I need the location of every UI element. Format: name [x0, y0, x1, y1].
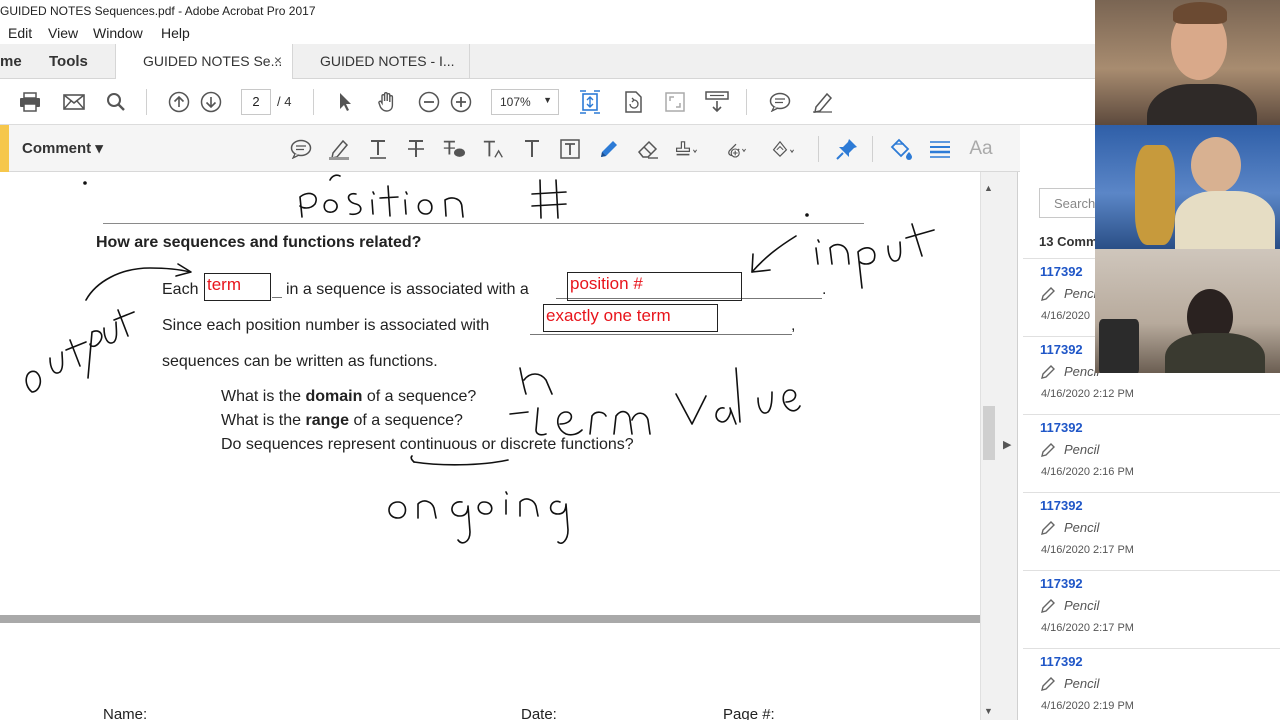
zoom-level-value: 107% — [500, 95, 531, 109]
line-weight-icon[interactable] — [928, 137, 952, 161]
comment-time: 4/16/2020 2:17 PM — [1041, 622, 1134, 634]
eraser-icon[interactable] — [636, 137, 660, 161]
highlight-pen-icon[interactable] — [811, 90, 835, 114]
zoom-level-select[interactable]: 107% ▼ — [491, 89, 559, 115]
pencil-icon — [1041, 521, 1055, 535]
comment-time: 4/16/2020 2:12 PM — [1041, 388, 1134, 400]
comment-type: Pencil — [1064, 598, 1100, 613]
comment-author: 117392 — [1040, 342, 1083, 357]
comment-type: Pencil — [1064, 520, 1100, 535]
comment-time: 4/16/2020 2:19 PM — [1041, 700, 1134, 712]
comment-time: 4/16/2020 — [1041, 310, 1090, 322]
scroll-up-icon[interactable]: ▲ — [984, 183, 993, 193]
comment-type: Pencil — [1064, 442, 1100, 457]
comment-toolbar: Comment ▾ Aa — [0, 125, 1020, 172]
document-view[interactable]: How are sequences and functions related?… — [0, 172, 980, 720]
pencil-icon — [1041, 287, 1055, 301]
comment-time: 4/16/2020 2:17 PM — [1041, 544, 1134, 556]
scrollbar-thumb[interactable] — [983, 406, 995, 460]
menu-window[interactable]: Window — [93, 25, 143, 41]
menu-bar: Edit View Window Help — [0, 22, 1095, 44]
zoom-in-icon[interactable] — [449, 90, 473, 114]
comment-author: 117392 — [1040, 498, 1083, 513]
close-tab-icon[interactable]: × — [274, 52, 282, 68]
scroll-down-icon[interactable]: ▼ — [984, 706, 993, 716]
comment-item[interactable]: 117392 Pencil 4/16/2020 2:19 PM — [1023, 648, 1280, 720]
pencil-draw-icon[interactable] — [597, 137, 621, 161]
fit-page-icon[interactable] — [578, 90, 602, 114]
print-icon[interactable] — [18, 90, 42, 114]
add-sticky-note-icon[interactable] — [289, 137, 313, 161]
keep-tool-selected-icon[interactable] — [835, 137, 859, 161]
video-thumbnail — [1095, 125, 1280, 249]
add-text-comment-icon[interactable] — [520, 137, 544, 161]
footer-page-label: Page #: — [723, 706, 775, 720]
tools-tab[interactable]: Tools — [49, 53, 88, 70]
zoom-out-icon[interactable] — [417, 90, 441, 114]
text-box-icon[interactable] — [558, 137, 582, 161]
comments-count: 13 Comm — [1039, 234, 1098, 249]
hand-tool-icon[interactable] — [375, 90, 399, 114]
home-tab[interactable]: me — [0, 53, 22, 70]
comment-author: 117392 — [1040, 576, 1083, 591]
rotate-page-icon[interactable] — [621, 90, 645, 114]
page-total: / 4 — [277, 94, 292, 109]
menu-view[interactable]: View — [48, 25, 78, 41]
tab-bar: me Tools GUIDED NOTES Se... × GUIDED NOT… — [0, 44, 1095, 80]
comment-menu-button[interactable]: Comment ▾ — [22, 139, 103, 157]
chevron-down-icon: ▼ — [543, 95, 552, 105]
comment-type: Pencil — [1064, 676, 1100, 691]
panel-toggle-icon[interactable]: ▶ — [1003, 438, 1011, 451]
drawing-tools-icon[interactable] — [772, 137, 796, 161]
footer-name-label: Name: — [103, 706, 148, 720]
sticky-note-icon[interactable] — [768, 90, 792, 114]
main-toolbar: 2 / 4 107% ▼ — [0, 79, 1095, 125]
underline-text-icon[interactable] — [366, 137, 390, 161]
comment-item[interactable]: 117392 Pencil 4/16/2020 2:16 PM — [1023, 414, 1280, 490]
pencil-icon — [1041, 365, 1055, 379]
pencil-icon — [1041, 599, 1055, 613]
fill-color-icon[interactable] — [890, 137, 914, 161]
comment-author: 117392 — [1040, 654, 1083, 669]
full-screen-icon[interactable] — [663, 90, 687, 114]
comment-item[interactable]: 117392 Pencil 4/16/2020 2:17 PM — [1023, 492, 1280, 568]
menu-edit[interactable]: Edit — [8, 25, 32, 41]
footer-date-label: Date: — [521, 706, 557, 720]
page-break — [0, 615, 980, 623]
page-number-input[interactable]: 2 — [241, 89, 271, 115]
document-tab-inactive[interactable]: GUIDED NOTES - I... — [294, 44, 470, 79]
pencil-icon — [1041, 443, 1055, 457]
comment-accent-bar — [0, 125, 9, 172]
next-page-icon[interactable] — [199, 90, 223, 114]
comment-item[interactable]: 117392 Pencil 4/16/2020 2:17 PM — [1023, 570, 1280, 646]
document-tab-active[interactable]: GUIDED NOTES Se... × — [115, 44, 293, 80]
panel-divider: ▶ — [997, 172, 1018, 720]
replace-text-icon[interactable] — [442, 137, 466, 161]
document-tab-label: GUIDED NOTES Se... — [143, 53, 283, 69]
comment-time: 4/16/2020 2:16 PM — [1041, 466, 1134, 478]
document-scrollbar[interactable]: ▲ ▼ — [980, 172, 997, 720]
search-icon[interactable] — [104, 90, 128, 114]
pencil-icon — [1041, 677, 1055, 691]
stamp-icon[interactable] — [675, 137, 699, 161]
highlight-text-icon[interactable] — [327, 137, 351, 161]
insert-text-icon[interactable] — [482, 137, 506, 161]
text-properties-icon[interactable]: Aa — [966, 137, 996, 161]
comment-author: 117392 — [1040, 264, 1083, 279]
scroll-mode-icon[interactable] — [705, 90, 729, 114]
video-thumbnail — [1095, 249, 1280, 373]
strikethrough-text-icon[interactable] — [404, 137, 428, 161]
comment-author: 117392 — [1040, 420, 1083, 435]
pencil-annotations — [25, 174, 935, 545]
select-cursor-icon[interactable] — [333, 90, 357, 114]
window-title: GUIDED NOTES Sequences.pdf - Adobe Acrob… — [0, 0, 1095, 22]
video-thumbnail — [1095, 0, 1280, 125]
email-icon[interactable] — [62, 90, 86, 114]
previous-page-icon[interactable] — [167, 90, 191, 114]
menu-help[interactable]: Help — [161, 25, 190, 41]
attach-file-icon[interactable] — [724, 137, 748, 161]
document-tab-label: GUIDED NOTES - I... — [320, 53, 455, 69]
